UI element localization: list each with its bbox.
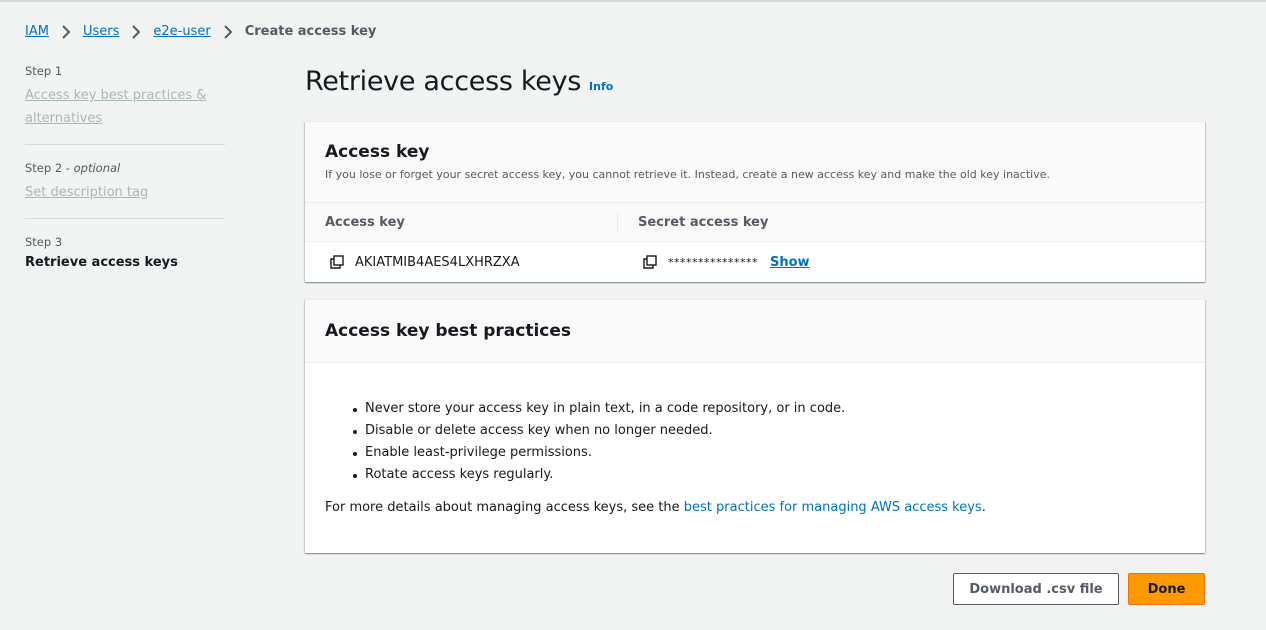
- step-3-current: Retrieve access keys: [25, 255, 178, 270]
- panel-title: Access key best practices: [325, 321, 572, 341]
- secret-key-masked: ***************: [668, 255, 758, 269]
- panel-header: Access key best practices: [305, 300, 1205, 363]
- breadcrumb-user[interactable]: e2e-user: [153, 24, 210, 39]
- list-item: Enable least-privilege permissions.: [353, 442, 1185, 464]
- panel-header: Access key If you lose or forget your se…: [305, 122, 1205, 203]
- table-row: AKIATMIB4AES4LXHRZXA *************** Sho…: [305, 242, 1205, 282]
- panel-title: Access key: [325, 142, 430, 162]
- more-details-text: For more details about managing access k…: [325, 500, 986, 515]
- breadcrumb-iam[interactable]: IAM: [25, 24, 49, 39]
- chevron-right-icon: [61, 24, 71, 39]
- step-2-link[interactable]: Set description tag: [25, 185, 148, 200]
- list-item: Disable or delete access key when no lon…: [353, 420, 1185, 442]
- done-button[interactable]: Done: [1128, 573, 1205, 605]
- breadcrumb: IAM Users e2e-user Create access key: [25, 24, 376, 39]
- step-label: Step 1: [25, 64, 63, 78]
- step-label: Step 3: [25, 235, 63, 249]
- best-practices-panel: Access key best practices Never store yo…: [305, 299, 1205, 553]
- copy-icon[interactable]: [330, 255, 344, 269]
- optional-tag: optional: [73, 161, 121, 175]
- access-key-cell: AKIATMIB4AES4LXHRZXA: [305, 255, 618, 270]
- column-header-secret-key: Secret access key: [638, 214, 769, 230]
- best-practices-link[interactable]: best practices for managing AWS access k…: [684, 500, 982, 515]
- step-1-link[interactable]: Access key best practices & alternatives: [25, 88, 206, 126]
- panel-description: If you lose or forget your secret access…: [325, 168, 1050, 181]
- access-key-value: AKIATMIB4AES4LXHRZXA: [355, 254, 520, 270]
- step-2: Step 2 - optional Set description tag: [25, 161, 225, 219]
- download-csv-button[interactable]: Download .csv file: [953, 573, 1119, 605]
- access-key-panel: Access key If you lose or forget your se…: [305, 121, 1205, 282]
- list-item: Never store your access key in plain tex…: [353, 398, 1185, 420]
- wizard-steps: Step 1 Access key best practices & alter…: [25, 64, 225, 300]
- chevron-right-icon: [223, 24, 233, 39]
- secret-key-cell: *************** Show: [618, 255, 1205, 270]
- chevron-right-icon: [131, 24, 141, 39]
- panel-body: Never store your access key in plain tex…: [305, 363, 1205, 535]
- breadcrumb-users[interactable]: Users: [83, 24, 119, 39]
- step-label: Step 2 - optional: [25, 161, 121, 175]
- step-3: Step 3 Retrieve access keys: [25, 235, 225, 284]
- page-header: Retrieve access keys Info: [305, 66, 613, 97]
- column-header-access-key: Access key: [305, 212, 618, 232]
- table-header: Access key Secret access key: [305, 203, 1205, 242]
- step-1: Step 1 Access key best practices & alter…: [25, 64, 225, 145]
- breadcrumb-current: Create access key: [244, 24, 377, 39]
- show-secret-link[interactable]: Show: [770, 255, 810, 270]
- page-title: Retrieve access keys: [305, 66, 582, 97]
- best-practices-list: Never store your access key in plain tex…: [353, 398, 1185, 486]
- info-link[interactable]: Info: [589, 80, 613, 93]
- list-item: Rotate access keys regularly.: [353, 464, 1185, 486]
- copy-icon[interactable]: [643, 255, 657, 269]
